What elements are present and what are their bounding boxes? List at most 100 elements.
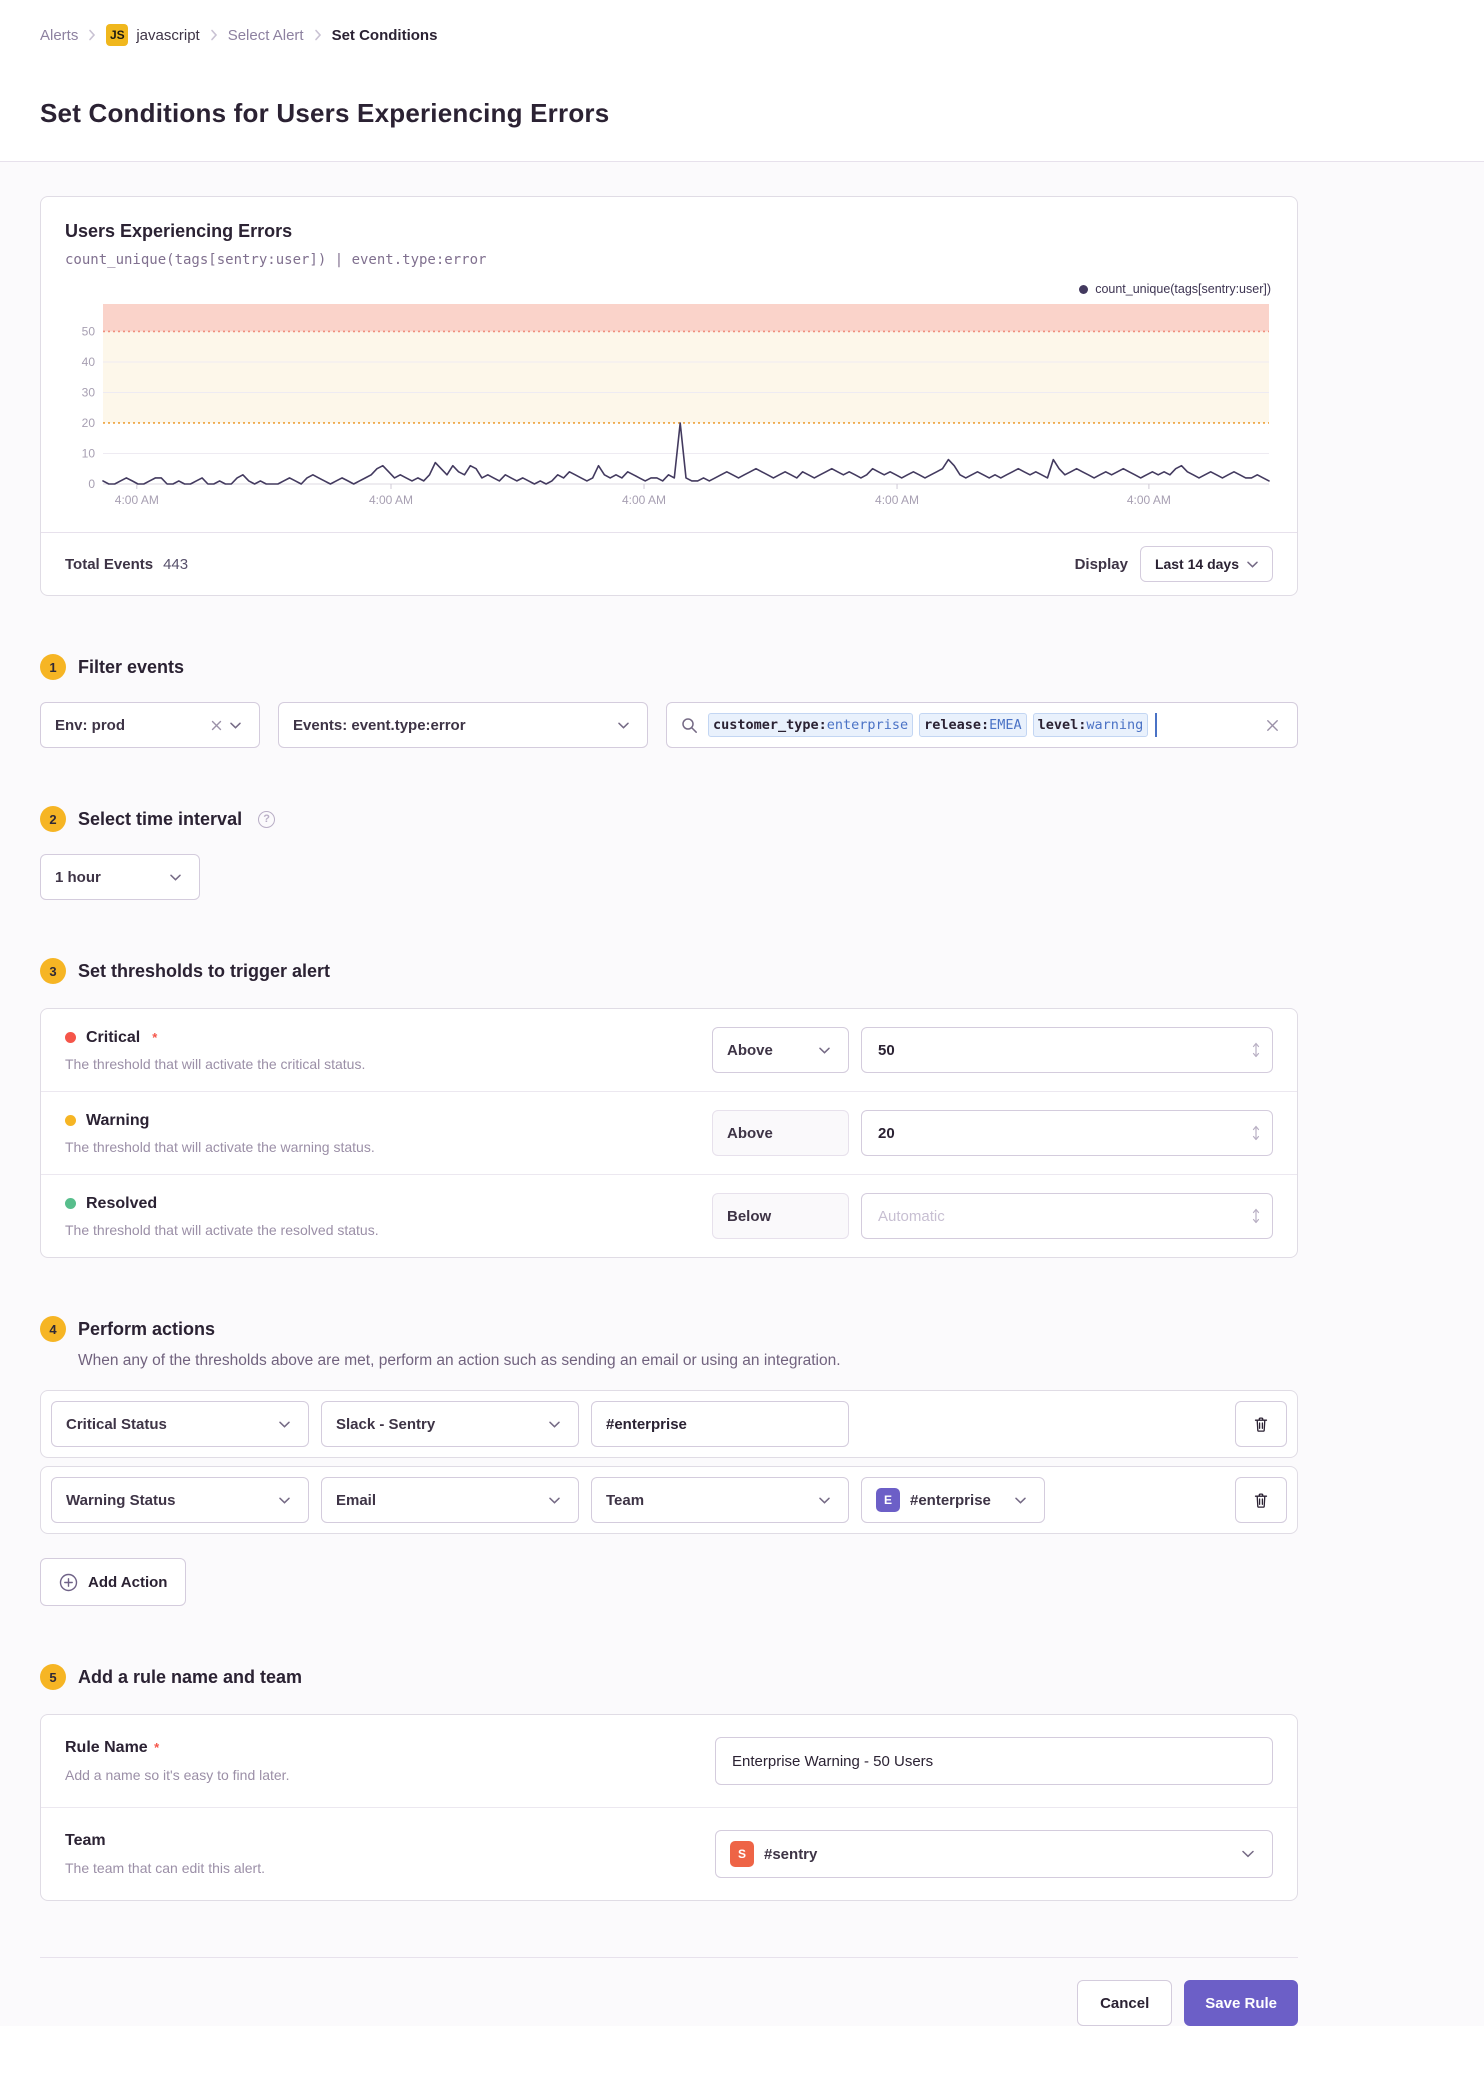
token-key: level: xyxy=(1037,717,1087,733)
action-status-select[interactable]: Warning Status xyxy=(51,1477,309,1523)
thresholds-panel: Critical * The threshold that will activ… xyxy=(40,1008,1298,1258)
critical-operator-select[interactable]: Above xyxy=(712,1027,849,1073)
breadcrumb-alerts[interactable]: Alerts xyxy=(40,27,78,44)
svg-text:40: 40 xyxy=(82,355,96,369)
svg-text:4:00 AM: 4:00 AM xyxy=(115,493,159,507)
filter-search-input[interactable]: customer_type: enterprise release: EMEA le… xyxy=(666,702,1298,748)
chevron-down-icon xyxy=(226,722,245,729)
svg-text:4:00 AM: 4:00 AM xyxy=(622,493,666,507)
step-3-badge: 3 xyxy=(40,958,66,984)
section-rule-name: 5 Add a rule name and team Rule Name * A… xyxy=(40,1664,1298,1901)
critical-label: Critical xyxy=(86,1028,141,1046)
chevron-down-icon xyxy=(614,722,633,729)
svg-text:20: 20 xyxy=(82,416,96,430)
clear-search-icon[interactable] xyxy=(1262,719,1283,732)
perform-actions-description: When any of the thresholds above are met… xyxy=(78,1352,841,1369)
rule-name-row: Rule Name * Add a name so it's easy to f… xyxy=(41,1715,1297,1807)
delete-action-button[interactable] xyxy=(1235,1477,1287,1523)
rule-name-help: Add a name so it's easy to find later. xyxy=(65,1767,290,1783)
token-value: warning xyxy=(1086,717,1144,733)
search-token[interactable]: release: EMEA xyxy=(919,713,1027,737)
section-time-interval: 2 Select time interval ? 1 hour xyxy=(40,806,1298,900)
thresholds-title: Set thresholds to trigger alert xyxy=(78,960,331,981)
total-events: Total Events 443 xyxy=(65,556,188,573)
chart-title: Users Experiencing Errors xyxy=(65,221,293,241)
chevron-down-icon xyxy=(815,1047,834,1054)
slack-channel-input[interactable] xyxy=(591,1401,849,1447)
delete-action-button[interactable] xyxy=(1235,1401,1287,1447)
rule-team-select[interactable]: S #sentry xyxy=(715,1830,1273,1878)
help-icon[interactable]: ? xyxy=(258,810,276,828)
warning-operator-static: Above xyxy=(712,1110,849,1156)
action-row-warning: Warning Status Email Team E #enterprise xyxy=(40,1466,1298,1534)
token-value: enterprise xyxy=(826,717,909,733)
resolved-threshold-input[interactable] xyxy=(861,1193,1273,1239)
rule-team-label: Team xyxy=(65,1832,106,1849)
team-select[interactable]: E #enterprise xyxy=(861,1477,1045,1523)
event-types-select[interactable]: Events: event.type:error xyxy=(278,702,648,748)
token-value: EMEA xyxy=(989,717,1022,733)
rule-panel: Rule Name * Add a name so it's easy to f… xyxy=(40,1714,1298,1901)
warning-threshold-row: Warning The threshold that will activate… xyxy=(41,1091,1297,1174)
required-asterisk: * xyxy=(152,1030,158,1045)
search-icon xyxy=(682,717,697,733)
svg-text:50: 50 xyxy=(82,324,96,338)
page-body: Users Experiencing Errors count_unique(t… xyxy=(0,162,1484,2026)
chevron-down-icon xyxy=(545,1421,564,1428)
chevron-down-icon xyxy=(275,1421,294,1428)
member-type-value: Team xyxy=(606,1491,645,1509)
time-interval-select[interactable]: 1 hour xyxy=(40,854,200,900)
stepper-icon[interactable] xyxy=(1251,1207,1261,1225)
time-range-button[interactable]: Last 14 days xyxy=(1139,546,1273,582)
add-action-button[interactable]: Add Action xyxy=(40,1558,187,1606)
perform-actions-title: Perform actions xyxy=(78,1318,216,1339)
step-1-badge: 1 xyxy=(40,654,66,680)
environment-select[interactable]: Env: prod xyxy=(40,702,260,748)
stepper-icon[interactable] xyxy=(1251,1041,1261,1059)
display-label: Display xyxy=(1074,555,1128,573)
breadcrumb-select-alert[interactable]: Select Alert xyxy=(228,27,304,44)
warning-description: The threshold that will activate the war… xyxy=(65,1138,375,1155)
action-target-value: Email xyxy=(336,1491,377,1509)
resolved-threshold-row: Resolved The threshold that will activat… xyxy=(41,1174,1297,1257)
form-footer: Cancel Save Rule xyxy=(40,1957,1298,2026)
cancel-button[interactable]: Cancel xyxy=(1077,1980,1173,2026)
chevron-down-icon xyxy=(1011,1497,1030,1504)
breadcrumb-project-label: javascript xyxy=(136,26,200,44)
breadcrumb-project[interactable]: JS javascript xyxy=(106,24,200,46)
text-cursor xyxy=(1155,713,1157,737)
action-target-select[interactable]: Email xyxy=(321,1477,579,1523)
clear-environment-icon[interactable] xyxy=(207,720,226,731)
step-4-badge: 4 xyxy=(40,1316,66,1342)
resolved-label: Resolved xyxy=(86,1194,158,1212)
member-type-select[interactable]: Team xyxy=(591,1477,849,1523)
total-events-value: 443 xyxy=(163,555,189,573)
filter-events-title: Filter events xyxy=(78,656,185,677)
token-key: customer_type: xyxy=(713,717,827,733)
page-title: Set Conditions for Users Experiencing Er… xyxy=(40,98,610,128)
time-range-value: Last 14 days xyxy=(1154,556,1239,572)
alert-chart-panel: Users Experiencing Errors count_unique(t… xyxy=(40,196,1298,596)
chart-footer: Total Events 443 Display Last 14 days xyxy=(41,532,1297,595)
chevron-down-icon xyxy=(815,1497,834,1504)
search-tokens: customer_type: enterprise release: EMEA le… xyxy=(708,713,1252,737)
chevron-down-icon xyxy=(275,1497,294,1504)
svg-text:4:00 AM: 4:00 AM xyxy=(1127,493,1171,507)
team-avatar-badge: S xyxy=(730,1841,754,1867)
warning-operator-value: Above xyxy=(727,1124,773,1142)
action-status-select[interactable]: Critical Status xyxy=(51,1401,309,1447)
chart-query: count_unique(tags[sentry:user]) | event.… xyxy=(65,252,487,268)
search-token[interactable]: customer_type: enterprise xyxy=(708,713,914,737)
critical-threshold-input[interactable] xyxy=(861,1027,1273,1073)
rule-name-input[interactable] xyxy=(715,1737,1273,1785)
resolved-operator-static: Below xyxy=(712,1193,849,1239)
search-token[interactable]: level: warning xyxy=(1032,713,1149,737)
chevron-down-icon xyxy=(1247,561,1258,568)
warning-threshold-input[interactable] xyxy=(861,1110,1273,1156)
stepper-icon[interactable] xyxy=(1251,1124,1261,1142)
action-target-select[interactable]: Slack - Sentry xyxy=(321,1401,579,1447)
save-rule-button[interactable]: Save Rule xyxy=(1184,1980,1298,2026)
section-thresholds: 3 Set thresholds to trigger alert Critic… xyxy=(40,958,1298,1258)
rule-name-label: Rule Name xyxy=(65,1739,148,1756)
token-key: release: xyxy=(924,717,990,733)
